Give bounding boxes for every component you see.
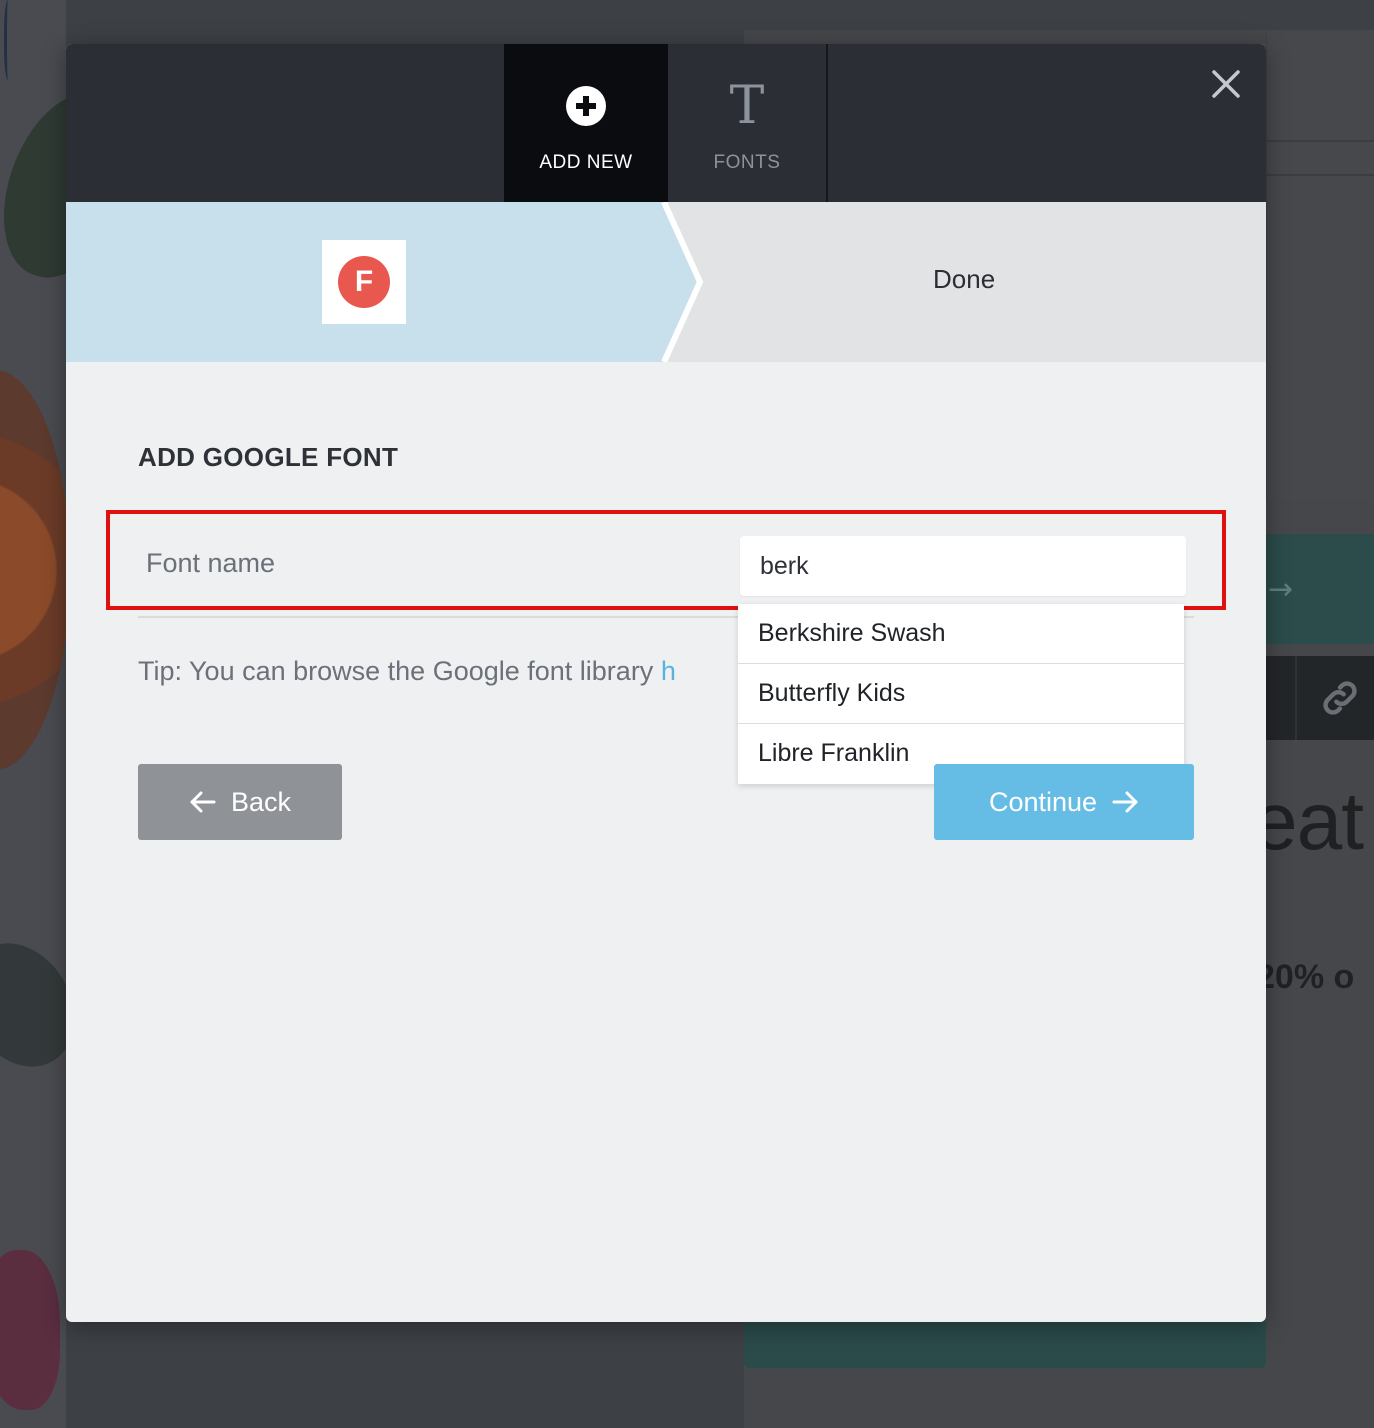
font-name-label: Font name — [146, 548, 276, 578]
background-leaf — [0, 923, 66, 1087]
background-flower — [0, 1250, 60, 1410]
arrow-right-icon — [1112, 791, 1138, 813]
tab-add-new-label: ADD NEW — [539, 152, 633, 173]
back-button[interactable]: Back — [138, 764, 342, 840]
tip-text-body: Tip: You can browse the Google font libr… — [138, 656, 661, 686]
background-toolbar-divider — [1295, 656, 1297, 740]
continue-button-label: Continue — [988, 786, 1098, 817]
background-arrow-icon: → — [1268, 572, 1294, 607]
page-title: ADD GOOGLE FONT — [138, 442, 399, 472]
background-discount-text: 20% o — [1256, 958, 1355, 996]
tip-text: Tip: You can browse the Google font libr… — [138, 656, 676, 687]
tip-link[interactable]: h — [661, 656, 676, 686]
background-panel — [1266, 30, 1374, 500]
text-t-glyph: T — [729, 76, 765, 136]
close-icon[interactable] — [1208, 66, 1244, 102]
suggestion-item[interactable]: Berkshire Swash — [738, 604, 1184, 664]
suggestion-item[interactable]: Butterfly Kids — [738, 664, 1184, 724]
progress-stepper: F Done — [66, 202, 1266, 362]
step-font-logo: F — [322, 240, 406, 324]
font-suggestions-dropdown: Berkshire Swash Butterfly Kids Libre Fra… — [738, 604, 1184, 784]
continue-button[interactable]: Continue — [934, 764, 1194, 840]
background-divider — [1266, 174, 1374, 176]
font-name-input[interactable] — [740, 536, 1186, 596]
text-t-icon: T — [723, 76, 771, 136]
tab-fonts[interactable]: T FONTS — [668, 44, 828, 202]
modal-header: ADD NEW T FONTS — [66, 44, 1266, 202]
background-decor-left — [0, 0, 66, 1428]
plus-circle-icon — [562, 82, 610, 130]
tab-fonts-label: FONTS — [713, 152, 781, 173]
tab-add-new[interactable]: ADD NEW — [504, 44, 668, 202]
background-divider — [1266, 140, 1374, 142]
arrow-left-icon — [190, 791, 216, 813]
background-orange-slice — [0, 370, 66, 770]
font-logo-icon: F — [338, 256, 390, 308]
step-done-label: Done — [933, 264, 996, 294]
add-font-modal: ADD NEW T FONTS F Done ADD GOOGLE FONT F… — [66, 44, 1266, 1322]
background-stem — [4, 0, 14, 80]
step-arrow-shape — [66, 202, 704, 362]
background-headline: eat — [1252, 776, 1364, 867]
background-leaf — [0, 77, 66, 293]
back-button-label: Back — [230, 786, 292, 817]
background-link-icon — [1323, 681, 1357, 715]
